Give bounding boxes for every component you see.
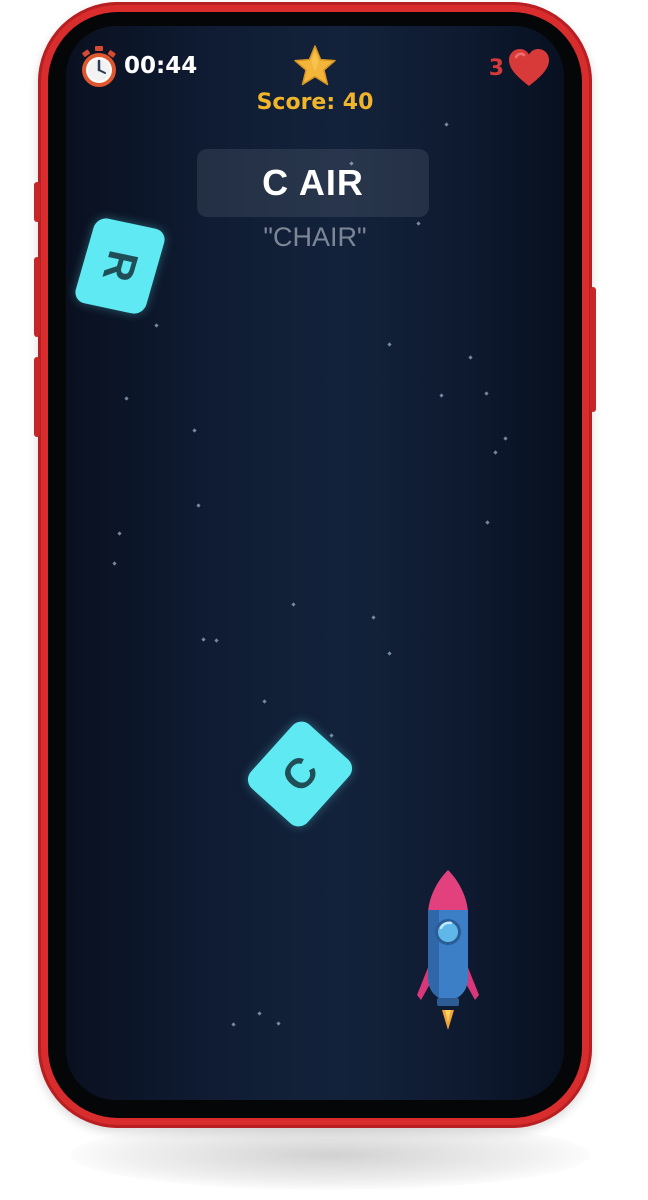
star-dot — [387, 651, 392, 656]
game-screen[interactable]: 00:44 Score: 40 3 C AIR "CHAIR" R C — [66, 26, 564, 1100]
star-dot — [231, 1022, 236, 1027]
star-dot — [214, 638, 219, 643]
target-word: C AIR — [262, 162, 364, 203]
letter-tile-label: C — [272, 746, 328, 801]
star-dot — [468, 355, 473, 360]
letter-tile-label: R — [93, 246, 148, 286]
lives-count: 3 — [488, 55, 504, 81]
star-dot — [257, 1011, 262, 1016]
heart-icon — [509, 49, 549, 86]
star-dot — [291, 602, 296, 607]
lives: 3 — [489, 48, 550, 88]
star-icon — [294, 45, 336, 86]
star-dot — [503, 436, 508, 441]
star-dot — [387, 342, 392, 347]
star-dot — [262, 699, 267, 704]
star-dot — [154, 323, 159, 328]
star-dot — [117, 531, 122, 536]
phone-shadow — [70, 1120, 590, 1190]
star-dot — [276, 1021, 281, 1026]
star-dot — [196, 503, 201, 508]
power-button — [590, 287, 596, 412]
star-dot — [439, 393, 444, 398]
star-dot — [371, 615, 376, 620]
volume-down-button — [34, 357, 40, 437]
mute-switch — [34, 182, 40, 222]
star-dot — [201, 637, 206, 642]
star-dot — [493, 450, 498, 455]
star-dot — [444, 122, 449, 127]
target-word-box: C AIR — [197, 149, 429, 217]
score-label: Score: 40 — [256, 90, 374, 115]
star-dot — [112, 561, 117, 566]
star-dot — [485, 520, 490, 525]
star-dot — [192, 428, 197, 433]
rocket-icon[interactable] — [415, 870, 481, 1040]
letter-tile-c[interactable]: C — [242, 716, 358, 832]
star-dot — [329, 733, 334, 738]
volume-up-button — [34, 257, 40, 337]
star-dot — [484, 391, 489, 396]
star-dot — [124, 396, 129, 401]
